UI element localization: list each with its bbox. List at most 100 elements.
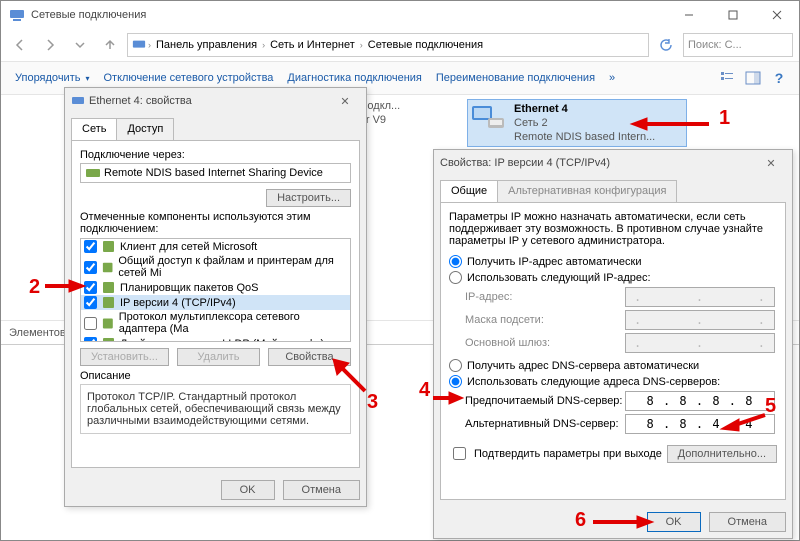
help-button[interactable]: ? (767, 66, 791, 90)
ip-auto-label: Получить IP-адрес автоматически (467, 256, 641, 268)
dns-auto-radio[interactable]: Получить адрес DNS-сервера автоматически (449, 359, 777, 372)
close-button[interactable] (755, 1, 799, 29)
component-checkbox[interactable] (84, 261, 97, 274)
install-button[interactable]: Установить... (80, 348, 169, 366)
uninstall-button[interactable]: Удалить (177, 348, 260, 366)
preferred-dns-field[interactable]: 8 . 8 . 8 . 8 (625, 391, 775, 411)
ok-button[interactable]: OK (647, 512, 701, 532)
configure-button[interactable]: Настроить... (266, 189, 351, 207)
refresh-button[interactable] (653, 32, 679, 58)
component-label: Драйвер протокола LLDP (Майкрософт) (120, 338, 324, 343)
close-button[interactable]: ✕ (330, 90, 360, 112)
search-placeholder: Поиск: С... (688, 39, 742, 51)
components-list[interactable]: Клиент для сетей MicrosoftОбщий доступ к… (80, 238, 351, 342)
dialog-titlebar: Ethernet 4: свойства ✕ (65, 88, 366, 114)
rename-connection[interactable]: Переименование подключения (430, 69, 601, 87)
forward-button[interactable] (37, 32, 63, 58)
dialog-title: Свойства: IP версии 4 (TCP/IPv4) (440, 157, 610, 169)
dns-manual-radio-input[interactable] (449, 375, 462, 388)
dns-auto-radio-input[interactable] (449, 359, 462, 372)
ip-auto-radio-input[interactable] (449, 255, 462, 268)
protocol-icon (102, 261, 113, 274)
view-options[interactable] (715, 66, 739, 90)
preferred-dns-label: Предпочитаемый DNS-сервер: (465, 395, 625, 407)
back-button[interactable] (7, 32, 33, 58)
dns-manual-radio[interactable]: Использовать следующие адреса DNS-сервер… (449, 375, 777, 388)
ip-auto-radio[interactable]: Получить IP-адрес автоматически (449, 255, 777, 268)
diagnose-connection[interactable]: Диагностика подключения (281, 69, 427, 87)
crumb-network-internet[interactable]: Сеть и Интернет (267, 39, 358, 51)
tab-network[interactable]: Сеть (71, 118, 117, 140)
component-checkbox[interactable] (84, 317, 97, 330)
ip-manual-radio[interactable]: Использовать следующий IP-адрес: (449, 271, 777, 284)
protocol-icon (102, 337, 115, 342)
preview-pane[interactable] (741, 66, 765, 90)
component-row[interactable]: Планировщик пакетов QoS (81, 280, 350, 295)
component-row[interactable]: Общий доступ к файлам и принтерам для се… (81, 254, 350, 280)
connect-using-label: Подключение через: (80, 149, 351, 161)
cancel-button[interactable]: Отмена (283, 480, 360, 500)
component-row[interactable]: Драйвер протокола LLDP (Майкрософт) (81, 336, 350, 342)
annotation-arrow-1 (631, 117, 711, 134)
component-label: Планировщик пакетов QoS (120, 282, 259, 294)
tab-general[interactable]: Общие (440, 180, 498, 202)
dns-auto-label: Получить адрес DNS-сервера автоматически (467, 360, 699, 372)
window-title: Сетевые подключения (31, 9, 146, 21)
description-heading: Описание (80, 370, 351, 382)
description-text: Протокол TCP/IP. Стандартный протокол гл… (80, 384, 351, 434)
components-label: Отмеченные компоненты используются этим … (80, 211, 351, 235)
component-row[interactable]: Клиент для сетей Microsoft (81, 239, 350, 254)
device-name-field: Remote NDIS based Internet Sharing Devic… (80, 163, 351, 183)
advanced-button[interactable]: Дополнительно... (667, 445, 777, 463)
network-icon (132, 38, 146, 52)
component-checkbox[interactable] (84, 240, 97, 253)
alternate-dns-label: Альтернативный DNS-сервер: (465, 418, 625, 430)
adapter-icon (71, 94, 85, 108)
ip-address-label: IP-адрес: (465, 291, 625, 303)
crumb-control-panel[interactable]: Панель управления (153, 39, 260, 51)
organize-menu[interactable]: Упорядочить (9, 69, 95, 87)
ip-manual-radio-input[interactable] (449, 271, 462, 284)
subnet-label: Маска подсети: (465, 314, 625, 326)
annotation-arrow-5 (721, 413, 767, 434)
annotation-arrow-2 (45, 279, 85, 296)
up-button[interactable] (97, 32, 123, 58)
toolbar-overflow[interactable]: » (603, 69, 621, 87)
protocol-icon (102, 296, 115, 309)
annotation-arrow-3 (331, 357, 371, 400)
protocol-icon (102, 240, 115, 253)
cancel-button[interactable]: Отмена (709, 512, 786, 532)
disable-device[interactable]: Отключение сетевого устройства (97, 69, 279, 87)
minimize-button[interactable] (667, 1, 711, 29)
crumb-network-connections[interactable]: Сетевые подключения (365, 39, 486, 51)
item-count-label: Элементов: (9, 327, 69, 339)
nic-icon (86, 167, 100, 179)
ip-manual-label: Использовать следующий IP-адрес: (467, 272, 651, 284)
breadcrumb[interactable]: › Панель управления › Сеть и Интернет › … (127, 33, 649, 57)
annotation-6: 6 (575, 509, 586, 532)
validate-checkbox-input[interactable] (453, 447, 466, 460)
adapter-icon (470, 102, 506, 130)
validate-on-exit-checkbox[interactable]: Подтвердить параметры при выходе (449, 444, 662, 463)
tab-alternate[interactable]: Альтернативная конфигурация (497, 180, 677, 202)
dialog-titlebar: Свойства: IP версии 4 (TCP/IPv4) ✕ (434, 150, 792, 176)
recent-dropdown[interactable] (67, 32, 93, 58)
ok-button[interactable]: OK (221, 480, 275, 500)
component-row[interactable]: IP версии 4 (TCP/IPv4) (81, 295, 350, 310)
protocol-icon (102, 317, 114, 330)
network-icon (9, 7, 25, 23)
tab-sharing[interactable]: Доступ (116, 118, 174, 140)
component-label: Клиент для сетей Microsoft (120, 241, 257, 253)
search-input[interactable]: Поиск: С... (683, 33, 793, 57)
annotation-arrow-6 (593, 515, 653, 532)
component-checkbox[interactable] (84, 281, 97, 294)
component-label: IP версии 4 (TCP/IPv4) (120, 297, 236, 309)
component-row[interactable]: Протокол мультиплексора сетевого адаптер… (81, 310, 350, 336)
subnet-field: ... (625, 310, 775, 330)
gateway-field: ... (625, 333, 775, 353)
close-button[interactable]: ✕ (756, 152, 786, 174)
dialog-title: Ethernet 4: свойства (89, 95, 192, 107)
maximize-button[interactable] (711, 1, 755, 29)
component-checkbox[interactable] (84, 337, 97, 342)
component-checkbox[interactable] (84, 296, 97, 309)
